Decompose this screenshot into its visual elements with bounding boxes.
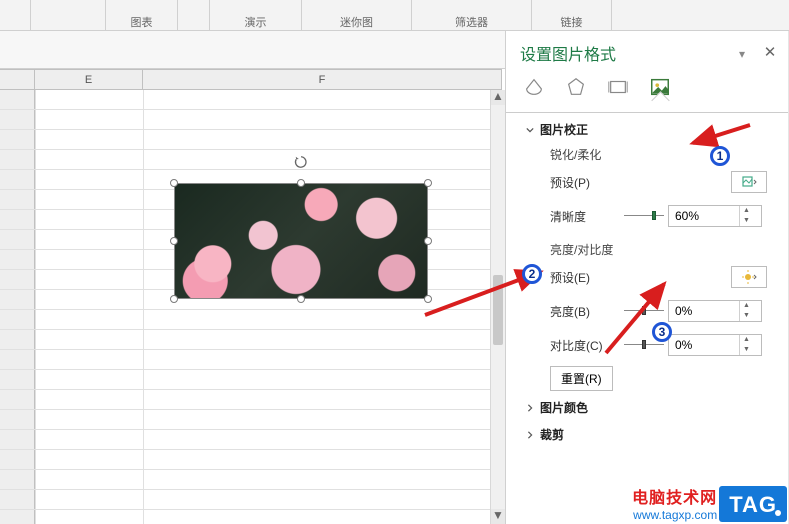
ribbon: 图表 演示 迷你图 筛选器 链接 [0,0,789,31]
spin-down[interactable]: ▼ [740,345,753,355]
ribbon-group-blank2 [31,0,106,30]
watermark-line2: www.tagxp.com [633,508,717,522]
sharpness-slider[interactable] [624,212,664,220]
pane-header: 设置图片格式 ▾ ✕ [506,31,789,71]
preset-p-row: 预设(P) [526,165,775,199]
sharpness-input[interactable] [669,208,739,224]
picture-content [174,183,428,299]
gridline [0,490,502,510]
section-crop[interactable]: 裁剪 [506,420,789,447]
gridline [0,150,502,170]
sharpness-row: 清晰度 ▲▼ [526,199,775,233]
section-title-text: 图片校正 [540,121,588,138]
contrast-input[interactable] [669,337,739,353]
spin-down[interactable]: ▼ [740,216,753,226]
gridline [0,90,502,110]
gridline [0,430,502,450]
sharpness-spinner[interactable]: ▲▼ [668,205,762,227]
ribbon-label-spark: 迷你图 [340,14,373,30]
ribbon-label-filter: 筛选器 [455,14,488,30]
reset-button[interactable]: 重置(R) [550,366,613,391]
resize-handle-l[interactable] [170,237,178,245]
scroll-down-button[interactable]: ▼ [491,509,505,524]
gridline [0,130,502,150]
watermark-tag: TAG [719,486,787,522]
gridline [0,410,502,430]
spin-down[interactable]: ▼ [740,311,753,321]
spin-up[interactable]: ▲ [740,335,753,345]
gridline [0,450,502,470]
ribbon-label-demo: 演示 [245,14,267,30]
section-title-crop: 裁剪 [540,426,564,443]
section-title-color: 图片颜色 [540,399,588,416]
fill-line-icon[interactable] [522,75,546,99]
select-all-corner[interactable] [0,70,35,89]
ribbon-group-spark[interactable]: 迷你图 [302,0,412,30]
gridline [0,110,502,130]
resize-handle-t[interactable] [297,179,305,187]
spin-up[interactable]: ▲ [740,301,753,311]
column-headers: E F [0,69,502,90]
preset-p-button[interactable] [731,171,767,193]
section-picture-color[interactable]: 图片颜色 [506,393,789,420]
ribbon-group-small [178,0,210,30]
spin-up[interactable]: ▲ [740,206,753,216]
pane-dropdown-icon[interactable]: ▾ [739,47,751,59]
resize-handle-b[interactable] [297,295,305,303]
gridline [0,370,502,390]
ribbon-group-chart[interactable]: 图表 [106,0,178,30]
annotation-badge-3: 3 [652,322,672,342]
gridline [0,390,502,410]
ribbon-label-link: 链接 [561,14,583,30]
annotation-badge-2: 2 [522,264,542,284]
gridline [0,470,502,490]
preset-p-label: 预设(P) [550,174,731,191]
pane-category-icons [506,71,789,107]
col-header-f[interactable]: F [143,70,502,89]
watermark: 电脑技术网 www.tagxp.com TAG [632,484,787,522]
resize-handle-tl[interactable] [170,179,178,187]
pane-title: 设置图片格式 [520,41,739,65]
brightness-spinner[interactable]: ▲▼ [668,300,762,322]
col-header-e[interactable]: E [35,70,143,89]
sharpness-label: 清晰度 [550,208,620,225]
contrast-spinner[interactable]: ▲▼ [668,334,762,356]
size-properties-icon[interactable] [606,75,630,99]
gridline [0,330,502,350]
resize-handle-tr[interactable] [424,179,432,187]
close-icon[interactable]: ✕ [763,46,777,60]
effects-icon[interactable] [564,75,588,99]
brightness-input[interactable] [669,303,739,319]
inserted-picture[interactable] [174,183,428,299]
ribbon-label-chart: 图表 [131,14,153,30]
rotate-handle[interactable] [294,155,308,169]
subheading-brightness-contrast: 亮度/对比度 [526,233,775,260]
scroll-up-button[interactable]: ▲ [491,90,505,105]
resize-handle-bl[interactable] [170,295,178,303]
picture-icon[interactable] [648,75,672,99]
resize-handle-r[interactable] [424,237,432,245]
annotation-arrow-3 [586,278,676,358]
ribbon-group-filter[interactable]: 筛选器 [412,0,532,30]
ribbon-group-demo[interactable]: 演示 [210,0,302,30]
ribbon-group-link[interactable]: 链接 [532,0,612,30]
watermark-line1: 电脑技术网 [632,484,717,508]
preset-e-button[interactable] [731,266,767,288]
formula-bar[interactable] [0,31,505,69]
ribbon-group-blank1 [0,0,31,30]
annotation-badge-1: 1 [710,146,730,166]
gridline [0,350,502,370]
